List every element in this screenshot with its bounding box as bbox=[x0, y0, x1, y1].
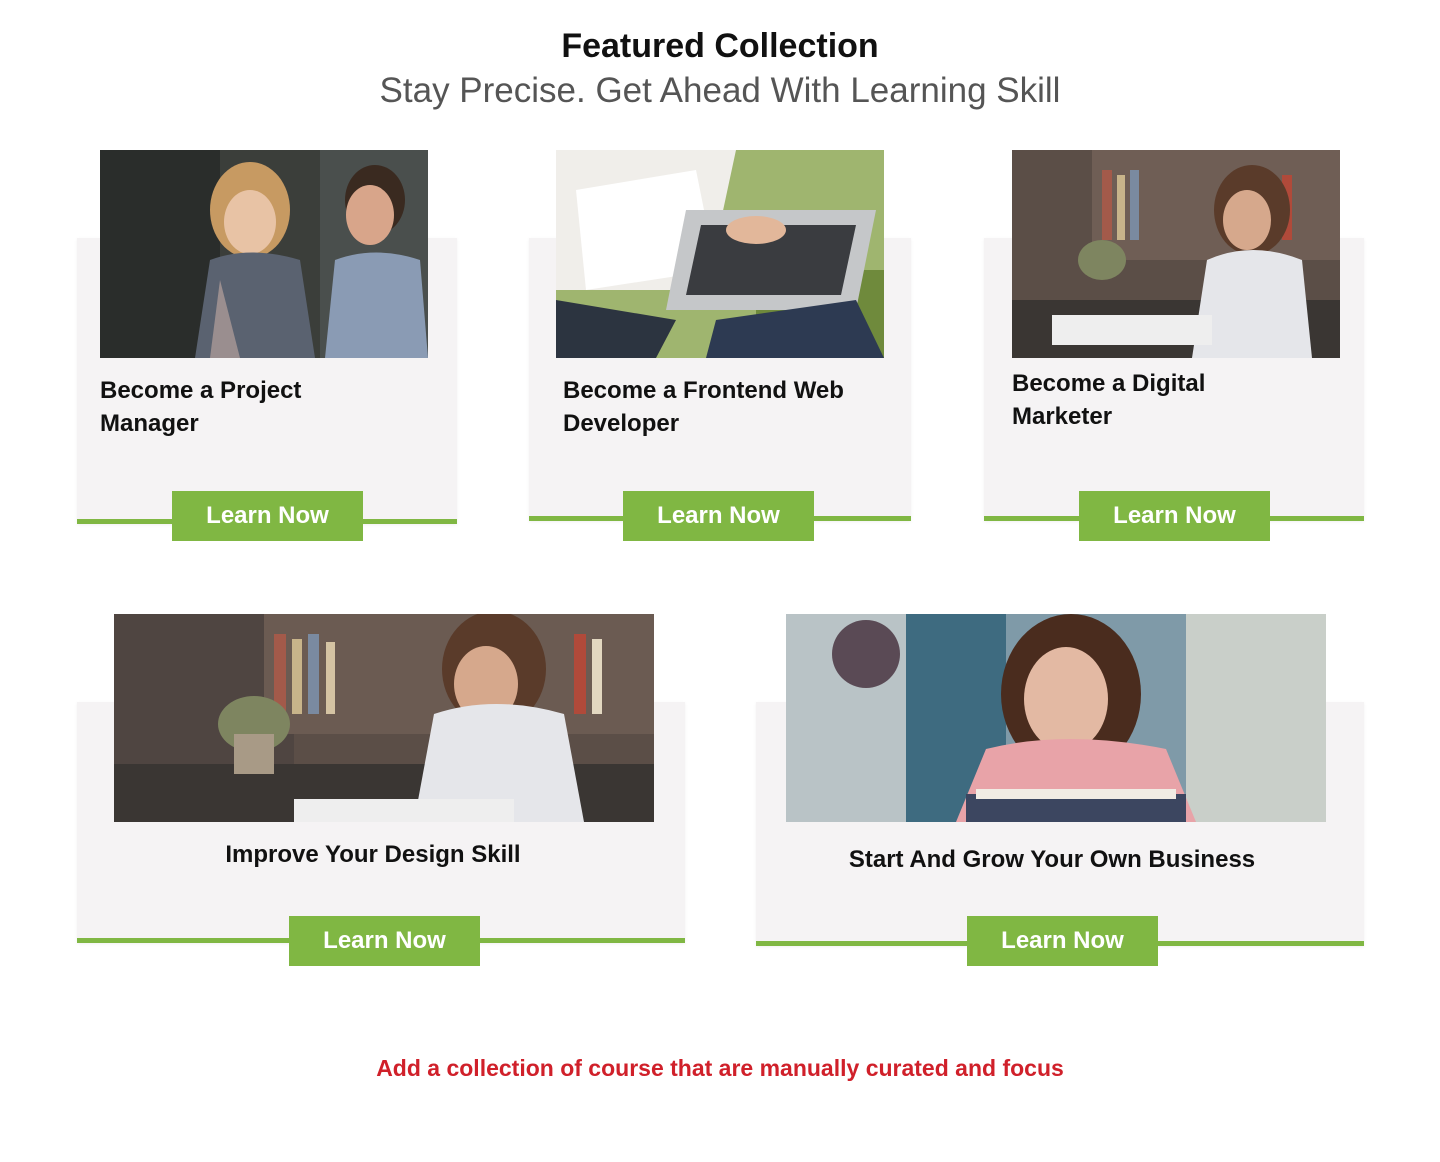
section-header: Featured Collection Stay Precise. Get Ah… bbox=[0, 26, 1440, 112]
card-title: Become a Frontend Web Developer bbox=[563, 377, 844, 437]
card-title: Start And Grow Your Own Business bbox=[848, 846, 1256, 873]
learn-now-button[interactable]: Learn Now bbox=[967, 916, 1158, 966]
project-manager-photo bbox=[100, 150, 428, 358]
learn-now-button[interactable]: Learn Now bbox=[172, 491, 363, 541]
learn-now-button[interactable]: Learn Now bbox=[1079, 491, 1270, 541]
curation-note: Add a collection of course that are manu… bbox=[376, 1055, 1064, 1081]
frontend-developer-photo bbox=[556, 150, 884, 358]
digital-marketer-photo bbox=[1012, 150, 1340, 358]
section-title: Featured Collection bbox=[561, 27, 879, 65]
own-business-photo bbox=[786, 614, 1326, 822]
design-skill-photo bbox=[114, 614, 654, 822]
learn-now-button[interactable]: Learn Now bbox=[289, 916, 480, 966]
section-subtitle: Stay Precise. Get Ahead With Learning Sk… bbox=[379, 71, 1061, 110]
card-title: Become a Project Manager bbox=[100, 377, 302, 437]
card-title: Become a Digital Marketer bbox=[1012, 370, 1206, 430]
learn-now-button[interactable]: Learn Now bbox=[623, 491, 814, 541]
card-title: Improve Your Design Skill bbox=[225, 841, 521, 868]
